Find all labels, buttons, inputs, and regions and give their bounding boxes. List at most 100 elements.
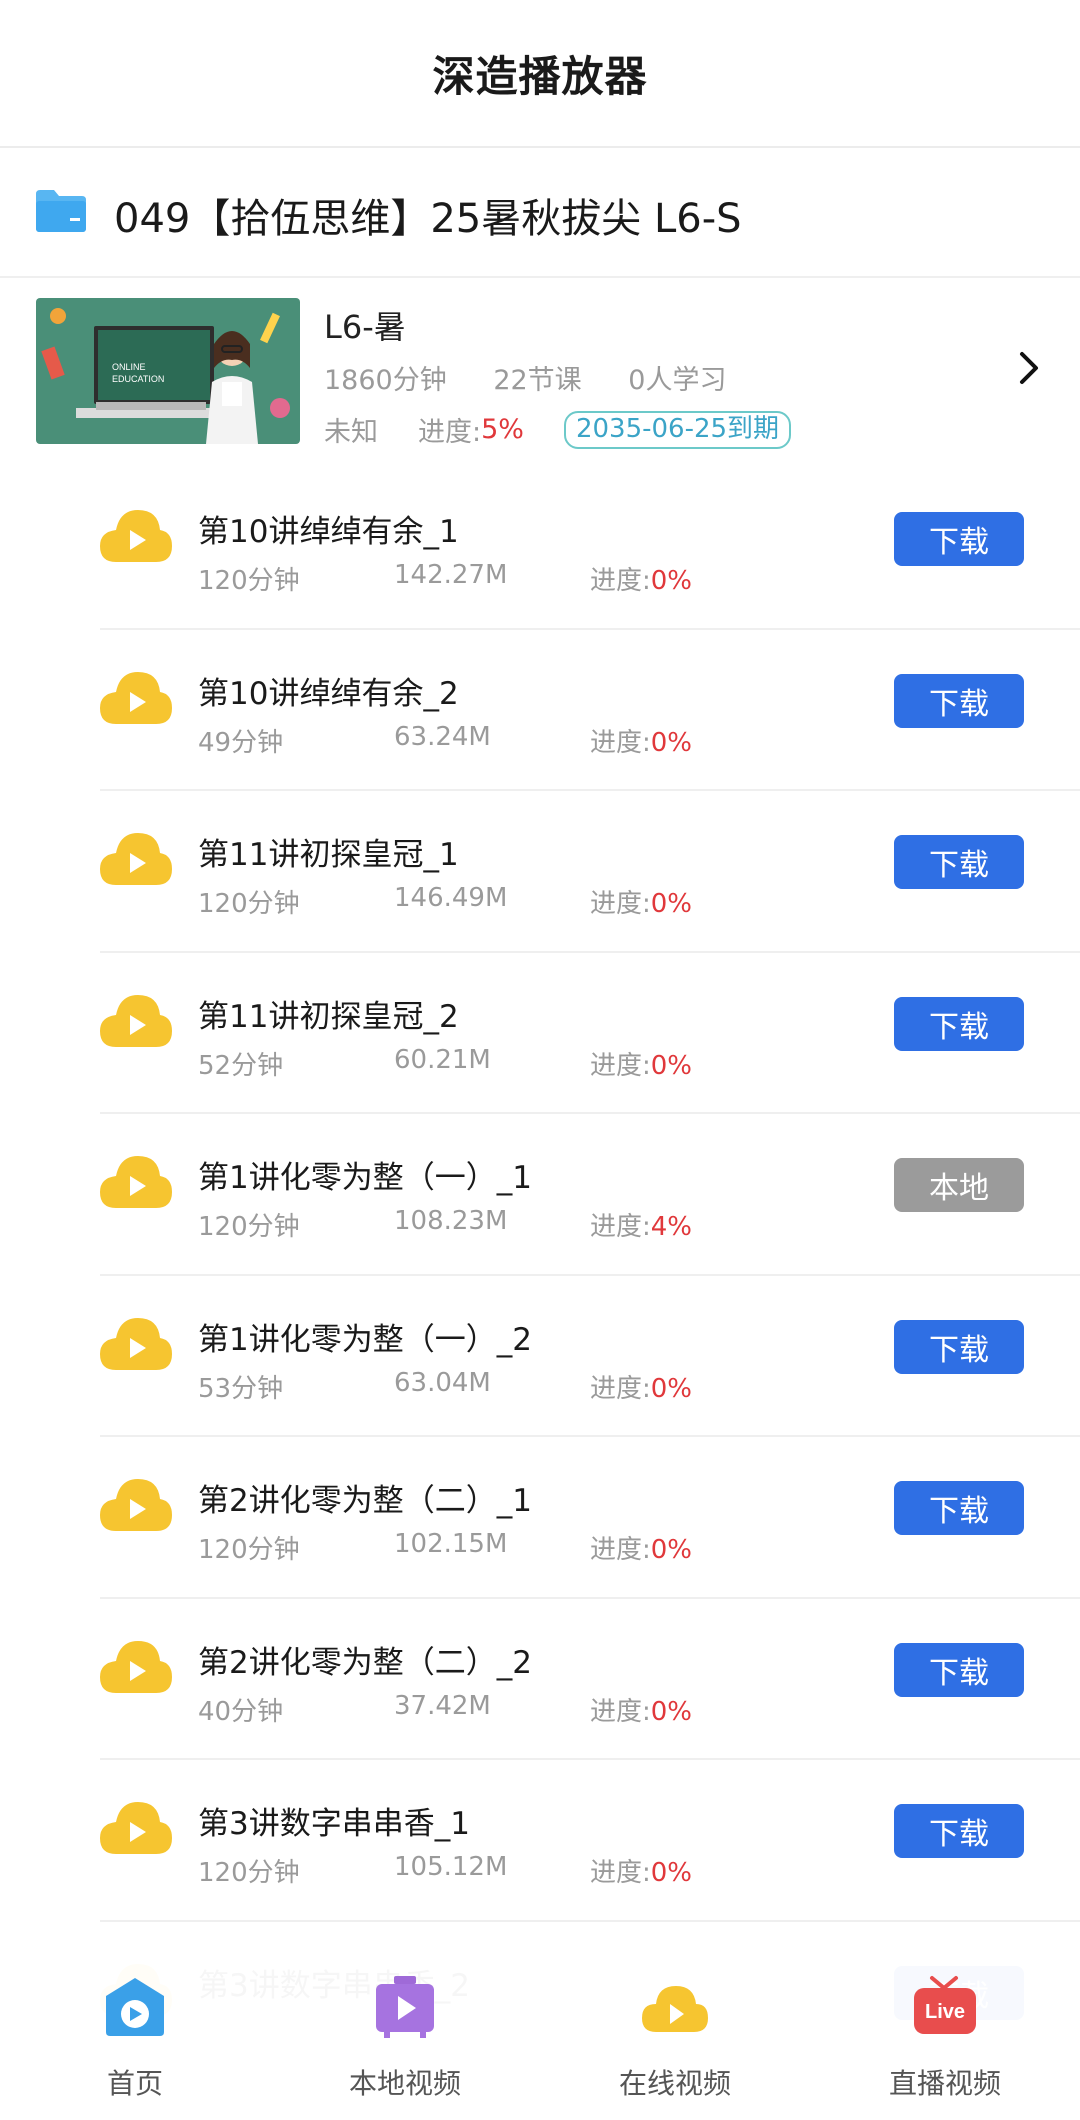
download-button[interactable]: 下载	[894, 1481, 1024, 1535]
lesson-size: 63.04M	[394, 1367, 491, 1398]
lesson-progress-label: 进度:	[590, 1212, 651, 1242]
lesson-duration: 120分钟	[198, 1212, 300, 1242]
lesson-progress: 进度:0%	[590, 1045, 692, 1082]
download-button[interactable]: 下载	[894, 835, 1024, 889]
lesson-progress-label: 进度:	[590, 1050, 651, 1081]
cloud-play-icon	[100, 671, 172, 724]
lesson-title: 第2讲化零为整（二）_1	[198, 1483, 532, 1519]
tab-label-online-video: 在线视频	[618, 2067, 731, 2100]
online-video-icon	[642, 1986, 708, 2032]
lesson-progress-value: 4%	[650, 1212, 693, 1242]
lesson-progress-value: 0%	[650, 889, 693, 919]
lesson-progress: 进度:0%	[590, 1691, 692, 1728]
download-button[interactable]: 下载	[894, 512, 1024, 566]
lesson-size: 63.24M	[394, 721, 491, 752]
page-title: 深造播放器	[432, 51, 648, 101]
lesson-duration: 120分钟	[198, 1535, 300, 1565]
lesson-progress-label: 进度:	[590, 889, 651, 919]
lesson-progress-value: 0%	[650, 727, 693, 758]
lesson-progress-value: 0%	[650, 1696, 693, 1727]
cloud-play-icon	[100, 994, 172, 1047]
cloud-play-icon	[100, 833, 172, 885]
local-button[interactable]: 本地	[894, 1158, 1024, 1212]
lesson-progress-value: 0%	[650, 1858, 693, 1888]
lesson-size: 105.12M	[394, 1852, 508, 1882]
lesson-progress-label: 进度:	[590, 1373, 651, 1404]
lesson-duration: 40分钟	[198, 1696, 284, 1727]
lesson-size: 142.27M	[394, 560, 508, 590]
lesson-title: 第2讲化零为整（二）_2	[198, 1644, 532, 1681]
download-button[interactable]: 下载	[894, 1642, 1024, 1697]
thumbnail-text: ONLINE	[112, 362, 146, 372]
lesson-row[interactable]: 第1讲化零为整（一）_2 53分钟 63.04M 进度:0% 下载	[0, 1276, 1080, 1437]
course-progress-value: 5%	[481, 414, 524, 445]
cloud-play-icon	[100, 1479, 172, 1531]
cloud-play-icon	[100, 510, 172, 562]
lesson-duration: 120分钟	[198, 889, 300, 919]
download-button[interactable]: 下载	[894, 673, 1024, 728]
tab-home[interactable]: 首页	[0, 1952, 270, 2120]
course-status-row: 未知 进度: 5% 2035-06-25到期	[324, 410, 792, 449]
lesson-row[interactable]: 第2讲化零为整（二）_2 40分钟 37.42M 进度:0% 下载	[0, 1599, 1080, 1760]
lesson-size: 146.49M	[394, 883, 508, 913]
live-tv-icon: Live	[914, 1976, 976, 2034]
lesson-progress-value: 0%	[650, 1050, 693, 1081]
course-thumbnail: ONLINE EDUCATION	[36, 298, 300, 444]
cloud-play-icon	[100, 1317, 172, 1370]
tab-label-local-video: 本地视频	[348, 2067, 461, 2100]
lesson-duration: 120分钟	[198, 566, 300, 596]
course-lesson-count: 22节课	[493, 365, 582, 396]
lesson-progress: 进度:0%	[590, 883, 692, 920]
lesson-row[interactable]: 第11讲初探皇冠_2 52分钟 60.21M 进度:0% 下载	[0, 953, 1080, 1114]
lesson-title: 第1讲化零为整（一）_2	[198, 1321, 532, 1358]
lesson-title: 第3讲数字串串香_1	[198, 1806, 470, 1842]
lesson-progress: 进度:0%	[590, 1852, 692, 1889]
lesson-duration: 49分钟	[198, 727, 284, 758]
lesson-size: 102.15M	[394, 1529, 508, 1559]
lesson-progress-label: 进度:	[590, 1535, 651, 1565]
lesson-row[interactable]: 第2讲化零为整（二）_1 120分钟 102.15M 进度:0% 下载	[0, 1437, 1080, 1599]
lesson-row[interactable]: 第3讲数字串串香_1 120分钟 105.12M 进度:0% 下载	[0, 1760, 1080, 1922]
course-progress-label: 进度:	[418, 417, 482, 448]
tab-label-home: 首页	[106, 2067, 163, 2100]
lesson-duration: 52分钟	[198, 1050, 284, 1081]
course-status: 未知	[324, 417, 378, 448]
lesson-row[interactable]: 第10讲绰绰有余_1 120分钟 142.27M 进度:0% 下载	[0, 468, 1080, 630]
lesson-list: 第10讲绰绰有余_1 120分钟 142.27M 进度:0% 下载 第10讲绰绰有余_2 4…	[0, 468, 1080, 2083]
lesson-progress-label: 进度:	[590, 566, 651, 596]
folder-icon	[36, 190, 86, 232]
lesson-size: 60.21M	[394, 1044, 491, 1075]
lesson-progress-value: 0%	[650, 1373, 693, 1404]
lesson-size: 108.23M	[394, 1206, 508, 1236]
lesson-progress-label: 进度:	[590, 1696, 651, 1727]
download-button[interactable]: 下载	[894, 996, 1024, 1051]
lesson-progress: 进度:4%	[590, 1206, 692, 1243]
cloud-play-icon	[100, 1156, 172, 1208]
lesson-title: 第11讲初探皇冠_2	[198, 998, 459, 1035]
expiry-badge: 2035-06-25到期	[563, 410, 792, 449]
course-name: L6-暑	[324, 308, 406, 346]
live-badge-text: Live	[925, 2001, 965, 2023]
bottom-tab-bar: 首页 本地视频 在线视频 Live 直播视频	[0, 1952, 1080, 2120]
tab-local-video[interactable]: 本地视频	[270, 1952, 540, 2120]
download-button[interactable]: 下载	[894, 1319, 1024, 1374]
local-video-icon	[376, 1976, 434, 2038]
chevron-right-icon[interactable]	[1010, 348, 1046, 388]
folder-row[interactable]: 049【拾伍思维】25暑秋拔尖 L6-S	[0, 148, 1080, 278]
lesson-duration: 53分钟	[198, 1373, 284, 1404]
lesson-size: 37.42M	[394, 1690, 491, 1721]
tab-live-video[interactable]: Live 直播视频	[810, 1952, 1080, 2120]
lesson-title: 第1讲化零为整（一）_1	[198, 1160, 532, 1196]
lesson-row[interactable]: 第10讲绰绰有余_2 49分钟 63.24M 进度:0% 下载	[0, 630, 1080, 791]
lesson-progress: 进度:0%	[590, 1368, 692, 1405]
download-button[interactable]: 下载	[894, 1804, 1024, 1858]
lesson-title: 第10讲绰绰有余_1	[198, 514, 459, 550]
app-header: 深造播放器	[0, 0, 1080, 148]
lesson-row[interactable]: 第1讲化零为整（一）_1 120分钟 108.23M 进度:4% 本地	[0, 1114, 1080, 1276]
lesson-row[interactable]: 第11讲初探皇冠_1 120分钟 146.49M 进度:0% 下载	[0, 791, 1080, 953]
tab-online-video[interactable]: 在线视频	[540, 1952, 810, 2120]
course-card[interactable]: ONLINE EDUCATION L6-暑 1860分钟 22节课 0人学习 未…	[0, 278, 1080, 468]
course-meta: 1860分钟 22节课 0人学习	[324, 358, 764, 397]
lesson-progress: 进度:0%	[590, 722, 692, 759]
lesson-progress-value: 0%	[650, 1535, 693, 1565]
